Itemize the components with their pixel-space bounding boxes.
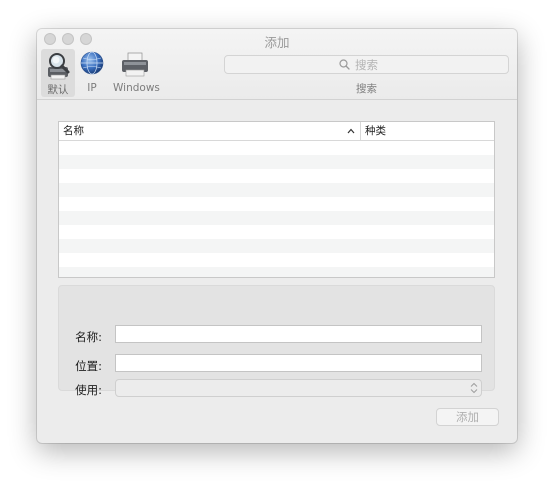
toolbar-item-ip[interactable]: IP xyxy=(80,49,104,97)
table-header: 名称 种类 xyxy=(59,122,494,141)
toolbar-item-windows[interactable]: Windows xyxy=(113,49,160,97)
chevron-updown-icon xyxy=(470,382,478,394)
location-field[interactable] xyxy=(115,354,482,372)
toolbar-item-label: Windows xyxy=(113,82,160,94)
table-row xyxy=(59,155,494,169)
column-header-label: 名称 xyxy=(63,125,84,137)
column-header-name[interactable]: 名称 xyxy=(59,122,361,140)
add-printer-window: 添加 默认 IP Windows 搜索 搜索 名称 种类 名称: 位置: 使用:… xyxy=(37,29,517,443)
search-label: 搜索 xyxy=(356,83,377,95)
toolbar-item-default[interactable]: 默认 xyxy=(41,49,75,97)
magnifier-printer-icon xyxy=(48,53,70,80)
table-row xyxy=(59,253,494,267)
table-row xyxy=(59,239,494,253)
table-row xyxy=(59,183,494,197)
table-row xyxy=(59,211,494,225)
printer-icon xyxy=(122,52,148,77)
add-button[interactable]: 添加 xyxy=(436,408,499,426)
printer-details-form: 名称: 位置: 使用: xyxy=(58,285,495,397)
table-row xyxy=(59,197,494,211)
use-field-label: 使用: xyxy=(75,383,102,397)
toolbar: 添加 默认 IP Windows 搜索 搜索 xyxy=(37,29,517,100)
toolbar-item-label: 默认 xyxy=(47,84,69,96)
table-row xyxy=(59,169,494,183)
search-icon xyxy=(339,59,350,70)
sort-ascending-icon xyxy=(347,128,355,134)
table-row xyxy=(59,225,494,239)
use-select[interactable] xyxy=(115,379,482,397)
globe-icon xyxy=(80,51,104,75)
column-header-kind[interactable]: 种类 xyxy=(361,122,386,140)
table-row xyxy=(59,141,494,155)
name-field[interactable] xyxy=(115,325,482,343)
toolbar-item-label: IP xyxy=(87,82,97,94)
window-title: 添加 xyxy=(264,35,290,50)
column-header-label: 种类 xyxy=(365,125,386,137)
search-input[interactable] xyxy=(355,57,495,72)
search-field[interactable] xyxy=(224,55,509,74)
table-rows xyxy=(59,141,494,277)
table-row xyxy=(59,267,494,277)
name-field-label: 名称: xyxy=(75,330,102,344)
printer-list-table[interactable]: 名称 种类 xyxy=(58,121,495,278)
location-field-label: 位置: xyxy=(75,359,102,373)
